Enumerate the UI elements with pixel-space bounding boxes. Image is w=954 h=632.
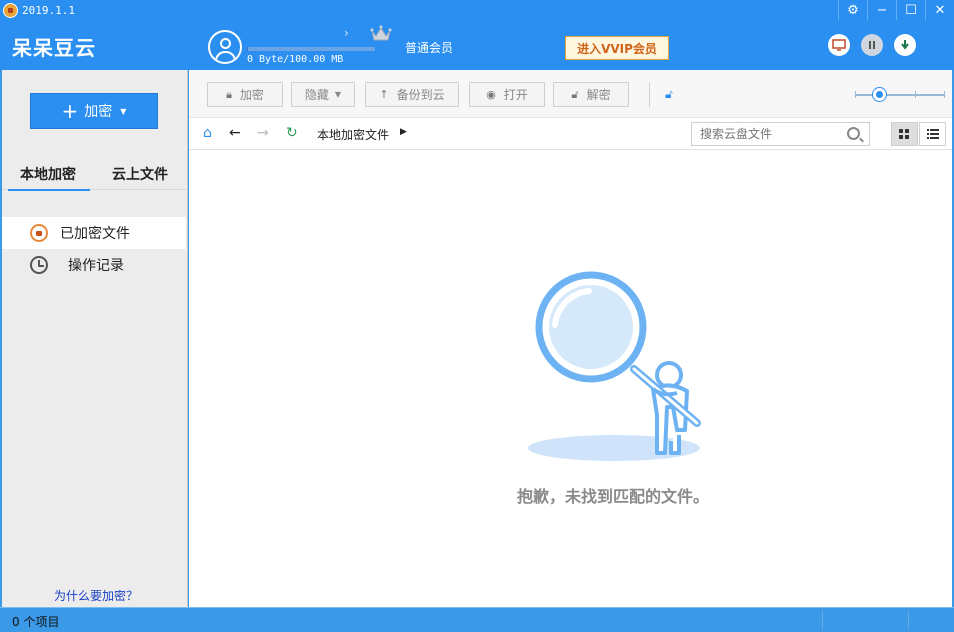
lock-icon — [30, 224, 48, 242]
sidebar-item-encrypted-files[interactable]: 已加密文件 — [2, 217, 186, 249]
lock-icon: 🔒︎ — [226, 87, 232, 101]
title-bar: 2019.1.1 ⚙ − ☐ ✕ — [0, 0, 954, 22]
unlock-icon: 🔓︎ — [571, 87, 579, 101]
tab-cloud-files[interactable]: 云上文件 — [112, 164, 168, 189]
sidebar-item-history[interactable]: 操作记录 — [2, 249, 186, 281]
unlock-icon[interactable]: 🔓︎ — [665, 87, 673, 102]
window-controls: ⚙ − ☐ ✕ — [838, 0, 954, 22]
toolbar: 🔒︎ 加密 隐藏 ▼ ↑ 备份到云 ◉ 打开 🔓︎ 解密 🔓︎ — [189, 70, 952, 118]
decrypt-tool-button[interactable]: 🔓︎ 解密 — [553, 82, 629, 107]
crown-icon — [370, 25, 392, 41]
toolbar-divider — [649, 82, 650, 107]
slider-handle[interactable] — [872, 87, 887, 102]
decrypt-tool-label: 解密 — [586, 88, 611, 102]
grid-view-button[interactable] — [891, 122, 918, 146]
empty-state-message: 抱歉，未找到匹配的文件。 — [517, 487, 710, 506]
open-tool-button[interactable]: ◉ 打开 — [469, 82, 545, 107]
storage-usage: 0 Byte/100.00 MB — [247, 54, 344, 65]
vip-button[interactable]: 进入VVIP会员 — [565, 36, 669, 60]
search-icon[interactable] — [847, 127, 860, 140]
pause-icon[interactable] — [861, 34, 883, 56]
empty-state-illustration — [528, 271, 701, 461]
header: 呆呆豆云 › 0 Byte/100.00 MB 普通会员 进入VVIP会员 — [0, 22, 954, 70]
maximize-button[interactable]: ☐ — [896, 0, 925, 20]
navigation-bar: ⌂ ← → ↻ 本地加密文件 ▶ — [189, 118, 952, 150]
encrypt-button-label: 加密 — [84, 104, 113, 120]
close-button[interactable]: ✕ — [925, 0, 954, 20]
member-level: 普通会员 — [405, 41, 454, 55]
list-icon — [926, 129, 939, 139]
minimize-button[interactable]: − — [867, 0, 896, 20]
encrypt-tool-label: 加密 — [239, 88, 264, 102]
hide-tool-button[interactable]: 隐藏 ▼ — [291, 82, 355, 107]
sidebar-tabs: 本地加密 云上文件 — [2, 160, 188, 191]
app-version: 2019.1.1 — [22, 4, 75, 17]
tab-local-encrypt[interactable]: 本地加密 — [8, 164, 90, 191]
status-divider — [822, 611, 823, 629]
encrypt-tool-button[interactable]: 🔒︎ 加密 — [207, 82, 283, 107]
plus-icon: + — [61, 99, 79, 123]
chevron-right-icon[interactable]: › — [344, 26, 349, 40]
download-icon[interactable] — [894, 34, 916, 56]
screen-icon[interactable] — [828, 34, 850, 56]
status-divider — [908, 611, 909, 629]
forward-icon[interactable]: → — [257, 125, 269, 141]
why-encrypt-link[interactable]: 为什么要加密？ — [54, 587, 138, 604]
status-bar: 0 个项目 — [0, 607, 954, 632]
avatar[interactable] — [208, 30, 242, 64]
list-view-button[interactable] — [919, 122, 946, 146]
breadcrumb[interactable]: 本地加密文件 — [317, 126, 389, 143]
eye-icon: ◉ — [486, 88, 496, 101]
search-input[interactable] — [691, 122, 870, 146]
hide-tool-label: 隐藏 — [304, 88, 329, 102]
storage-progress-bar — [247, 47, 375, 51]
clock-icon — [30, 256, 48, 274]
backup-tool-button[interactable]: ↑ 备份到云 — [365, 82, 459, 107]
backup-tool-label: 备份到云 — [396, 88, 445, 102]
zoom-slider[interactable] — [855, 87, 945, 102]
caret-down-icon: ▼ — [334, 90, 342, 99]
sidebar-item-label: 操作记录 — [68, 258, 124, 274]
grid-icon — [899, 128, 909, 139]
caret-down-icon: ▼ — [120, 106, 127, 116]
open-tool-label: 打开 — [503, 88, 528, 102]
encrypt-button[interactable]: + 加密 ▼ — [30, 93, 158, 129]
item-count: 0 个项目 — [12, 615, 60, 629]
home-icon[interactable]: ⌂ — [203, 125, 212, 141]
back-icon[interactable]: ← — [229, 125, 241, 141]
chevron-right-icon[interactable]: ▶ — [400, 127, 407, 137]
refresh-icon[interactable]: ↻ — [286, 125, 298, 141]
settings-icon[interactable]: ⚙ — [838, 0, 867, 20]
arrow-up-icon: ↑ — [379, 88, 389, 101]
main-panel: 🔒︎ 加密 隐藏 ▼ ↑ 备份到云 ◉ 打开 🔓︎ 解密 🔓︎ ⌂ ← → ↻ 本地加密文… — [189, 70, 952, 607]
sidebar-item-label: 已加密文件 — [60, 226, 130, 242]
brand-title: 呆呆豆云 — [12, 36, 96, 60]
app-lock-icon — [3, 3, 18, 18]
sidebar: + 加密 ▼ 本地加密 云上文件 已加密文件 操作记录 为什么要加密？ — [2, 70, 188, 607]
